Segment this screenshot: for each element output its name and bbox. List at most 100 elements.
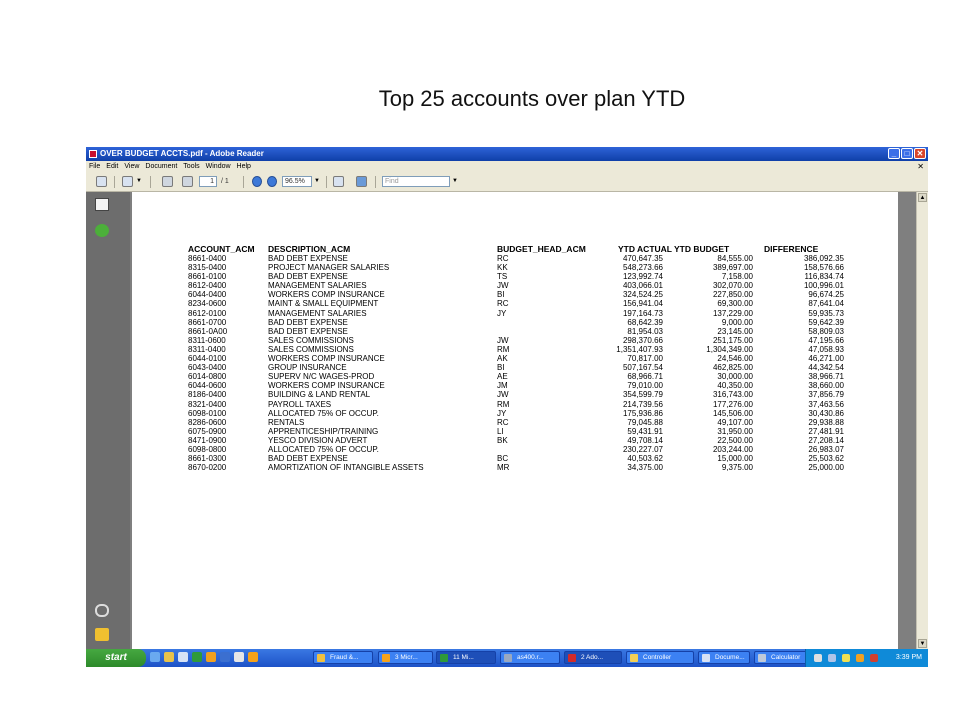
cell-difference: 29,938.88	[808, 417, 844, 427]
cell-difference: 37,463.56	[808, 399, 844, 409]
cell-account: 6044-0400	[188, 290, 227, 300]
previous-page-icon[interactable]	[162, 176, 173, 187]
cell-difference: 386,092.35	[803, 254, 844, 263]
cell-difference: 87,641.04	[808, 299, 844, 309]
maximize-button[interactable]: □	[901, 148, 913, 159]
menu-window[interactable]: Window	[203, 161, 234, 173]
taskbar-button[interactable]: 11 Mi...	[436, 651, 496, 664]
taskbar-button[interactable]: Docume...	[698, 651, 750, 664]
tray-help-icon[interactable]	[814, 654, 822, 662]
cell-difference: 116,834.74	[804, 272, 844, 282]
chevron-down-icon[interactable]: ▼	[136, 176, 142, 187]
tray-outlook-icon[interactable]	[856, 654, 864, 662]
attachment-icon[interactable]	[95, 604, 109, 617]
outlook-quicklaunch-icon[interactable]	[206, 652, 216, 662]
cell-budget-head: KK	[497, 263, 508, 273]
app-quicklaunch-icon[interactable]	[248, 652, 258, 662]
zoom-dropdown-icon[interactable]: ▼	[314, 176, 320, 187]
header-ytd-budget: YTD BUDGET	[674, 244, 730, 254]
cell-account: 6014-0800	[188, 372, 227, 382]
cell-budget-head: RC	[497, 417, 509, 427]
fit-page-icon[interactable]	[356, 176, 367, 187]
cell-ytd-budget: 203,244.00	[712, 444, 753, 454]
folder-icon[interactable]	[164, 652, 174, 662]
pages-icon[interactable]	[95, 198, 109, 211]
menu-tools[interactable]: Tools	[180, 161, 202, 173]
adobe-reader-icon	[89, 150, 97, 158]
vertical-scrollbar[interactable]: ▲ ▼	[916, 192, 928, 649]
email-icon[interactable]	[122, 176, 133, 187]
taskbar-button[interactable]: Fraud &...	[313, 651, 373, 664]
cell-ytd-actual: 40,503.62	[627, 454, 663, 464]
cell-description: BAD DEBT EXPENSE	[268, 454, 348, 464]
taskbar-app-icon	[702, 654, 710, 662]
cell-account: 8661-0400	[188, 254, 227, 263]
menu-document[interactable]: Document	[142, 161, 180, 173]
ie-icon[interactable]	[150, 652, 160, 662]
cell-difference: 158,576.66	[803, 263, 844, 273]
minimize-button[interactable]: _	[888, 148, 900, 159]
taskbar-button-label: Fraud &...	[330, 654, 359, 661]
cell-account: 8311-0600	[188, 335, 226, 345]
menu-view[interactable]: View	[121, 161, 142, 173]
start-button[interactable]: start	[86, 649, 146, 667]
cell-account: 8234-0600	[188, 299, 227, 309]
tray-security-icon[interactable]	[870, 654, 878, 662]
cell-ytd-actual: 470,647.35	[622, 254, 663, 263]
close-button[interactable]: ✕	[914, 148, 926, 159]
find-input[interactable]: Find	[382, 176, 450, 187]
menu-bar: File Edit View Document Tools Window Help ✕	[86, 161, 928, 173]
menu-help[interactable]: Help	[234, 161, 254, 173]
scroll-down-icon[interactable]: ▼	[918, 639, 927, 648]
zoom-out-icon[interactable]	[252, 176, 262, 187]
cell-ytd-actual: 175,936.86	[622, 408, 663, 418]
page-number-input[interactable]: 1	[199, 176, 217, 187]
cell-difference: 59,935.73	[808, 308, 844, 318]
clock: 3:39 PM	[895, 654, 922, 661]
menu-edit[interactable]: Edit	[103, 161, 121, 173]
cell-budget-head: RC	[497, 254, 509, 263]
cell-budget-head: JY	[497, 408, 507, 418]
cell-description: GROUP INSURANCE	[268, 363, 347, 373]
word-quicklaunch-icon[interactable]	[220, 652, 230, 662]
cell-budget-head: JM	[497, 381, 508, 391]
find-dropdown-icon[interactable]: ▼	[452, 176, 458, 187]
cell-difference: 25,000.00	[808, 463, 844, 473]
print-icon[interactable]	[96, 176, 107, 187]
fit-width-icon[interactable]	[333, 176, 344, 187]
cell-ytd-budget: 251,175.00	[712, 335, 753, 345]
cell-budget-head: JW	[497, 390, 509, 400]
comments-icon[interactable]	[95, 628, 109, 641]
help-icon[interactable]	[95, 224, 109, 237]
desktop-quicklaunch-icon[interactable]	[234, 652, 244, 662]
taskbar-button[interactable]: 3 Micr...	[378, 651, 433, 664]
cell-budget-head: BC	[497, 454, 509, 464]
taskbar-button[interactable]: 2 Ado...	[564, 651, 622, 664]
cell-account: 8315-0400	[188, 263, 227, 273]
tray-network-icon[interactable]	[828, 654, 836, 662]
cell-budget-head: JW	[497, 335, 509, 345]
scroll-up-icon[interactable]: ▲	[918, 193, 927, 202]
quicklaunch-icon[interactable]	[178, 652, 188, 662]
cell-description: WORKERS COMP INSURANCE	[268, 290, 385, 300]
cell-ytd-actual: 68,966.71	[627, 372, 663, 382]
cell-ytd-actual: 34,375.00	[627, 463, 663, 473]
tray-speaker-icon[interactable]	[842, 654, 850, 662]
taskbar-app-icon	[568, 654, 576, 662]
next-page-icon[interactable]	[182, 176, 193, 187]
document-close-button[interactable]: ✕	[917, 161, 924, 173]
cell-ytd-budget: 137,229.00	[712, 308, 753, 318]
cell-description: SUPERV N/C WAGES-PROD	[268, 372, 375, 382]
zoom-in-icon[interactable]	[267, 176, 277, 187]
taskbar-button[interactable]: as400.r...	[500, 651, 560, 664]
cell-account: 8661-0A00	[188, 326, 228, 336]
taskbar-button[interactable]: Controller	[626, 651, 694, 664]
header-description: DESCRIPTION_ACM	[268, 244, 351, 254]
menu-file[interactable]: File	[86, 161, 103, 173]
cell-description: SALES COMMISSIONS	[268, 344, 354, 354]
excel-quicklaunch-icon[interactable]	[192, 652, 202, 662]
cell-difference: 25,503.62	[808, 454, 844, 464]
cell-ytd-budget: 7,158.00	[721, 272, 753, 282]
taskbar-button-label: Controller	[643, 654, 672, 661]
zoom-input[interactable]: 96.5%	[282, 176, 312, 187]
